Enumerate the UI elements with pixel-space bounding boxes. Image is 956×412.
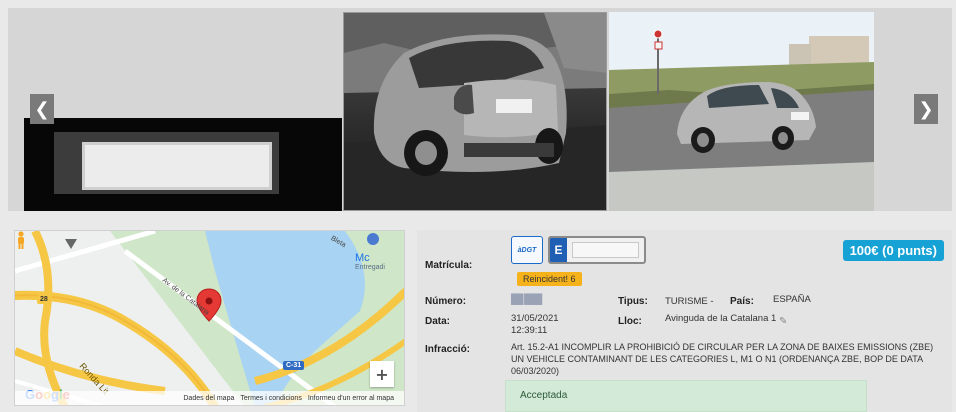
eu-plate: E (548, 236, 646, 264)
map-canvas[interactable] (15, 231, 405, 406)
status-accepted: Acceptada (505, 380, 867, 412)
street-view-pegman-icon[interactable] (15, 231, 27, 249)
route-shield-28: 28 (37, 295, 51, 304)
map-footer: Dades del mapa Termes i condicions Infor… (15, 391, 404, 405)
route-shield-c31: C-31 (283, 361, 305, 370)
pencil-icon[interactable]: ✎ (779, 316, 787, 327)
matricula-label: Matrícula: (425, 260, 473, 271)
numero-value: ██ ███ (511, 294, 542, 305)
infraction-details: Matrícula: àDGT E Reincident! 6 100€ (0 … (417, 230, 952, 412)
pais-label: País: (730, 296, 754, 307)
tipus-value: TURISME - (665, 296, 714, 307)
dgt-badge-icon: àDGT (511, 236, 543, 264)
chevron-right-icon: ❯ (918, 98, 934, 120)
car-side-color-illustration (609, 12, 874, 211)
plate-country-band: E (550, 238, 567, 262)
carousel-prev-button[interactable]: ❮ (30, 94, 54, 124)
plate-redacted (82, 142, 272, 190)
reincident-badge: Reincident! 6 (517, 272, 582, 286)
map-place-label: Mc Entregadi (355, 252, 385, 272)
lloc-label: Lloc: (618, 316, 642, 327)
license-plate: àDGT E (511, 236, 651, 264)
map-terms-link[interactable]: Termes i condicions (240, 395, 301, 402)
data-time-value: 12:39:11 (511, 325, 548, 336)
image-carousel: ❮ ❯ (8, 8, 952, 211)
data-date-value: 31/05/2021 (511, 313, 559, 324)
numero-label: Número: (425, 296, 467, 307)
location-map[interactable]: Mc Entregadi Av. de la Catalana Ronda Li… (14, 230, 405, 406)
carousel-next-button[interactable]: ❯ (914, 94, 938, 124)
map-data-link[interactable]: Dades del mapa (183, 395, 234, 402)
chevron-left-icon: ❮ (34, 98, 50, 120)
plate-ir-photo[interactable] (24, 118, 342, 211)
infraccio-value: Art. 15.2-A1 INCOMPLIR LA PROHIBICIÓ DE … (511, 342, 934, 376)
tipus-label: Tipus: (618, 296, 648, 307)
data-label: Data: (425, 316, 451, 327)
pais-value: ESPAÑA (773, 294, 811, 305)
car-rear-bw-illustration (344, 13, 606, 210)
map-report-error-link[interactable]: Informeu d'un error al mapa (308, 395, 394, 402)
infraccio-label: Infracció: (425, 344, 471, 355)
plate-number-redacted (572, 242, 639, 258)
fine-amount-badge: 100€ (0 punts) (842, 240, 944, 261)
map-zoom-in-button[interactable]: + (370, 361, 394, 387)
lloc-value: Avinguda de la Catalana 1 (665, 313, 777, 324)
color-car-photo[interactable] (609, 12, 874, 211)
infrared-car-photo[interactable] (343, 12, 607, 211)
